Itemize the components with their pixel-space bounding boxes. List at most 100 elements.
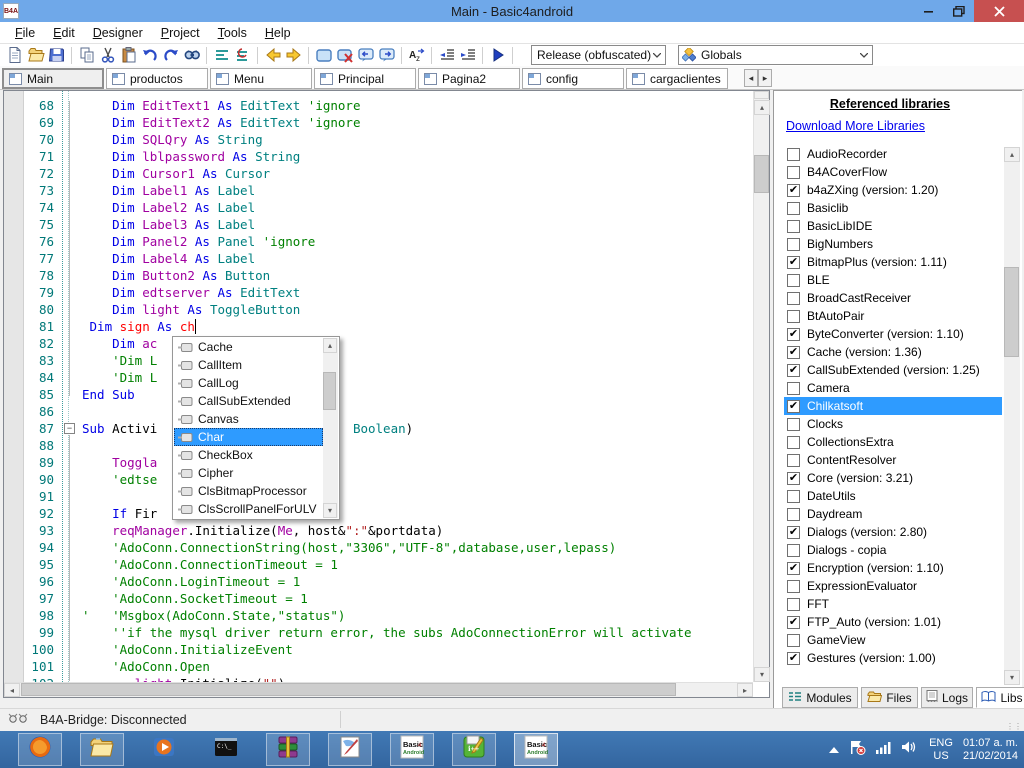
editor-hscrollbar[interactable]: ◂ ▸ [4,682,753,697]
library-checkbox[interactable] [787,292,800,305]
tray-expand-icon[interactable] [829,741,839,759]
taskbar-button-winrar[interactable] [266,733,310,766]
autocomplete-item-checkbox[interactable]: CheckBox [174,446,323,464]
library-checkbox[interactable] [787,418,800,431]
library-item-bignumbers[interactable]: BigNumbers [784,235,1002,253]
library-item-clocks[interactable]: Clocks [784,415,1002,433]
library-checkbox[interactable]: ✔ [787,526,800,539]
library-item-fft[interactable]: FFT [784,595,1002,613]
taskbar-button-paint[interactable] [328,733,372,766]
panel-tab-modules[interactable]: Modules [782,687,858,708]
hscroll-thumb[interactable] [21,683,676,696]
library-checkbox[interactable] [787,490,800,503]
lib-scroll-thumb[interactable] [1004,267,1019,357]
close-button[interactable] [974,0,1024,22]
navigate-back-icon[interactable] [262,45,283,65]
library-checkbox[interactable]: ✔ [787,562,800,575]
library-item-dialogs[interactable]: ✔Dialogs (version: 2.80) [784,523,1002,541]
previous-comment-icon[interactable] [355,45,376,65]
library-item-audiorecorder[interactable]: AudioRecorder [784,145,1002,163]
autocomplete-item-char[interactable]: Char [174,428,323,446]
action-center-flag-icon[interactable] [849,740,866,760]
menu-item-help[interactable]: Help [256,24,300,42]
designer-icon[interactable] [313,45,334,65]
taskbar-button-firefox[interactable] [18,733,62,766]
library-checkbox[interactable] [787,202,800,215]
autocomplete-item-cipher[interactable]: Cipher [174,464,323,482]
lib-scroll-up-button[interactable]: ▴ [1004,147,1020,162]
restore-button[interactable] [944,0,974,22]
minimize-button[interactable] [914,0,944,22]
library-checkbox[interactable]: ✔ [787,328,800,341]
redo-icon[interactable] [160,45,181,65]
autocomplete-item-clsscrollpanelforulv[interactable]: ClsScrollPanelForULV [174,500,323,518]
library-item-gestures[interactable]: ✔Gestures (version: 1.00) [784,649,1002,667]
library-checkbox[interactable]: ✔ [787,616,800,629]
library-checkbox[interactable] [787,274,800,287]
library-item-daydream[interactable]: Daydream [784,505,1002,523]
library-item-camera[interactable]: Camera [784,379,1002,397]
library-checkbox[interactable]: ✔ [787,652,800,665]
volume-icon[interactable] [902,740,919,759]
menu-item-designer[interactable]: Designer [84,24,152,42]
library-checkbox[interactable] [787,238,800,251]
editor-vscrollbar[interactable]: ▴ ▾ [753,91,769,682]
outdent-icon[interactable] [436,45,457,65]
taskbar-button-basic4android-active[interactable]: Basic4Android [514,733,558,766]
tab-menu[interactable]: Menu [210,68,312,89]
tab-scroll-left-button[interactable]: ◂ [744,69,758,87]
library-checkbox[interactable] [787,508,800,521]
scroll-right-button[interactable]: ▸ [737,683,753,697]
tab-productos[interactable]: productos [106,68,208,89]
libraries-scrollbar[interactable]: ▴ ▾ [1004,147,1020,685]
library-checkbox[interactable] [787,634,800,647]
designer-remove-icon[interactable] [334,45,355,65]
library-item-b4azxing[interactable]: ✔b4aZXing (version: 1.20) [784,181,1002,199]
network-signal-icon[interactable] [876,741,892,759]
library-checkbox[interactable]: ✔ [787,364,800,377]
autocomplete-item-clsbitmapprocessor[interactable]: ClsBitmapProcessor [174,482,323,500]
library-item-callsubextended[interactable]: ✔CallSubExtended (version: 1.25) [784,361,1002,379]
comment-icon[interactable] [211,45,232,65]
library-checkbox[interactable]: ✔ [787,184,800,197]
autocomplete-item-canvas[interactable]: Canvas [174,410,323,428]
vscroll-thumb[interactable] [754,155,769,193]
save-icon[interactable] [46,45,67,65]
panel-tab-files[interactable]: Files [861,687,918,708]
library-item-contentresolver[interactable]: ContentResolver [784,451,1002,469]
autocomplete-item-cache[interactable]: Cache [174,338,323,356]
autocomplete-item-calllog[interactable]: CallLog [174,374,323,392]
library-item-encryption[interactable]: ✔Encryption (version: 1.10) [784,559,1002,577]
menu-item-tools[interactable]: Tools [209,24,256,42]
download-libraries-link[interactable]: Download More Libraries [786,119,925,133]
library-checkbox[interactable] [787,382,800,395]
popup-scroll-up-button[interactable]: ▴ [323,338,337,353]
scroll-up-button[interactable]: ▴ [754,100,770,115]
splitter-grip[interactable] [754,91,769,99]
fold-collapse-icon[interactable]: − [64,423,75,434]
library-checkbox[interactable] [787,166,800,179]
copy-icon[interactable] [76,45,97,65]
menu-item-file[interactable]: File [6,24,44,42]
taskbar-button-command-prompt[interactable]: C:\_ [204,733,248,766]
taskbar-button-ide-green[interactable]: ℹ++ [452,733,496,766]
scroll-left-button[interactable]: ◂ [4,683,20,697]
tab-config[interactable]: config [522,68,624,89]
library-checkbox[interactable]: ✔ [787,346,800,359]
tab-main[interactable]: Main [2,68,104,89]
indent-icon[interactable] [457,45,478,65]
library-item-b4acoverflow[interactable]: B4ACoverFlow [784,163,1002,181]
library-item-dialogs[interactable]: Dialogs - copia [784,541,1002,559]
library-item-chilkatsoft[interactable]: ✔Chilkatsoft [784,397,1002,415]
uncomment-icon[interactable] [232,45,253,65]
popup-scroll-thumb[interactable] [323,372,336,410]
taskbar-button-media-player[interactable] [142,733,186,766]
library-checkbox[interactable] [787,544,800,557]
code-editor[interactable]: 6869707172737475767778798081828384858687… [3,90,770,698]
library-item-ftp_auto[interactable]: ✔FTP_Auto (version: 1.01) [784,613,1002,631]
library-checkbox[interactable]: ✔ [787,256,800,269]
popup-scrollbar[interactable]: ▴ ▾ [323,338,338,518]
open-file-icon[interactable] [25,45,46,65]
resize-grip[interactable]: ⋮⋮ [1006,722,1022,731]
library-item-ble[interactable]: BLE [784,271,1002,289]
